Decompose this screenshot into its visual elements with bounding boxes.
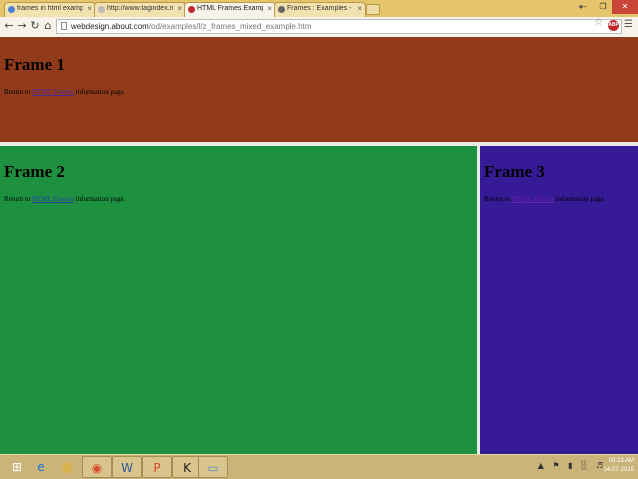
windows-taskbar: ⊞ e ▦ ◉ W P K ▭ ▲ ⚑ ▮ ░ ♬ 09:23 AM 14-07…: [0, 454, 638, 479]
page-icon: [98, 6, 105, 13]
back-arrow-icon[interactable]: ←: [3, 19, 15, 33]
site-icon: [278, 6, 285, 13]
tab-html-frames-example[interactable]: HTML Frames Example - W ×: [184, 2, 276, 17]
close-icon[interactable]: ×: [177, 4, 182, 13]
tab-label: http://www.tagindex.net/: [107, 5, 173, 12]
frame-1-text: Return to HTML Frames information page.: [4, 88, 634, 96]
text-after: information page.: [73, 88, 126, 96]
reload-icon[interactable]: ↻: [29, 19, 41, 33]
google-search-icon: [8, 6, 15, 13]
close-icon[interactable]: ×: [87, 4, 92, 13]
address-bar[interactable]: webdesign.about.com/od/examples/l/z_fram…: [56, 19, 622, 34]
frame-2-text: Return to HTML Frames information page.: [4, 195, 473, 203]
home-icon[interactable]: ⌂: [42, 19, 54, 33]
tab-label: frames in html example -: [17, 5, 83, 12]
url-path: /od/examples/l/z_frames_mixed_example.ht…: [148, 22, 312, 31]
clock-date: 14-07-2015: [603, 467, 634, 473]
restore-icon[interactable]: ❐: [594, 0, 612, 14]
frame-3: Frame 3 Return to HTML Frames informatio…: [480, 146, 638, 454]
window-close-icon[interactable]: ✕: [612, 0, 638, 14]
html-frames-link[interactable]: HTML Frames: [512, 195, 554, 203]
browser-tab-strip: frames in html example - × http://www.ta…: [0, 0, 638, 17]
file-explorer-icon[interactable]: ▦: [52, 456, 82, 478]
tab-frames-in-html[interactable]: frames in html example - ×: [4, 2, 96, 17]
text-before: Return to: [4, 195, 32, 203]
frame-2-heading: Frame 2: [4, 162, 65, 181]
frame-3-text: Return to HTML Frames information page.: [484, 195, 634, 203]
text-before: Return to: [484, 195, 512, 203]
bookmark-star-icon[interactable]: ☆: [594, 17, 603, 28]
close-icon[interactable]: ×: [357, 4, 362, 13]
browser-toolbar: ← → ↻ ⌂ webdesign.about.com/od/examples/…: [0, 17, 638, 38]
new-tab-button[interactable]: [366, 4, 380, 15]
minimize-icon[interactable]: –: [576, 0, 594, 14]
clock-time: 09:23 AM: [608, 458, 634, 464]
system-tray-icons[interactable]: ▲ ⚑ ▮ ░ ♬: [538, 461, 606, 470]
powerpoint-icon[interactable]: P: [142, 456, 172, 478]
html-frames-link[interactable]: HTML Frames: [32, 195, 74, 203]
word-icon[interactable]: W: [112, 456, 142, 478]
tab-tagindex[interactable]: http://www.tagindex.net/ ×: [94, 2, 186, 17]
forward-arrow-icon[interactable]: →: [16, 19, 28, 33]
adblock-icon[interactable]: ABP: [608, 20, 619, 31]
text-after: information page.: [73, 195, 126, 203]
app-icon[interactable]: ▭: [198, 456, 228, 478]
html-frames-link[interactable]: HTML Frames: [32, 88, 74, 96]
chrome-icon[interactable]: ◉: [82, 456, 112, 478]
frame-1-heading: Frame 1: [4, 55, 65, 74]
frame-3-heading: Frame 3: [484, 162, 545, 181]
url-text: webdesign.about.com/od/examples/l/z_fram…: [71, 20, 312, 33]
text-after: information page.: [553, 195, 606, 203]
tab-label: HTML Frames Example - W: [197, 5, 263, 12]
tab-frames-examples[interactable]: Frames : Examples - HTML ×: [274, 2, 366, 17]
window-controls: – ❐ ✕: [576, 0, 638, 14]
text-before: Return to: [4, 88, 32, 96]
close-icon[interactable]: ×: [267, 4, 272, 13]
menu-icon[interactable]: ☰: [624, 19, 633, 30]
tab-label: Frames : Examples - HTML: [287, 5, 353, 12]
page-icon: [61, 22, 67, 30]
frame-1: Frame 1 Return to HTML Frames informatio…: [0, 37, 638, 142]
about-com-icon: [188, 6, 195, 13]
frame-2: Frame 2 Return to HTML Frames informatio…: [0, 146, 477, 454]
url-host: webdesign.about.com: [71, 22, 149, 31]
clock[interactable]: 09:23 AM 14-07-2015: [603, 457, 634, 475]
